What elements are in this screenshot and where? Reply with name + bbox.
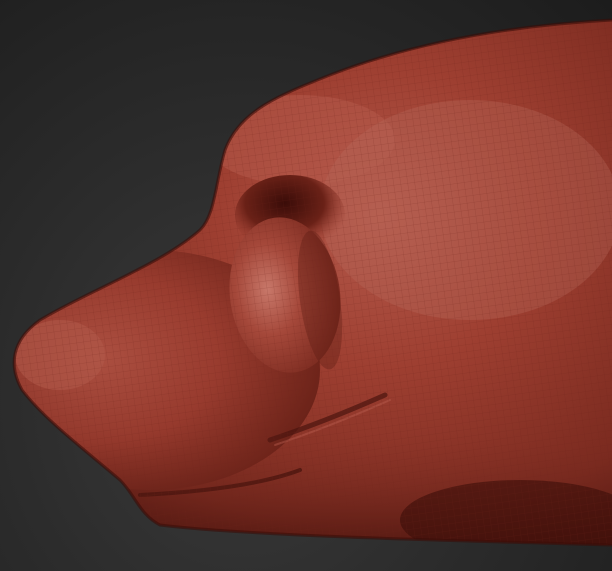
sculpt-viewport[interactable]	[0, 0, 612, 571]
sculpted-head-render	[12, 18, 612, 547]
